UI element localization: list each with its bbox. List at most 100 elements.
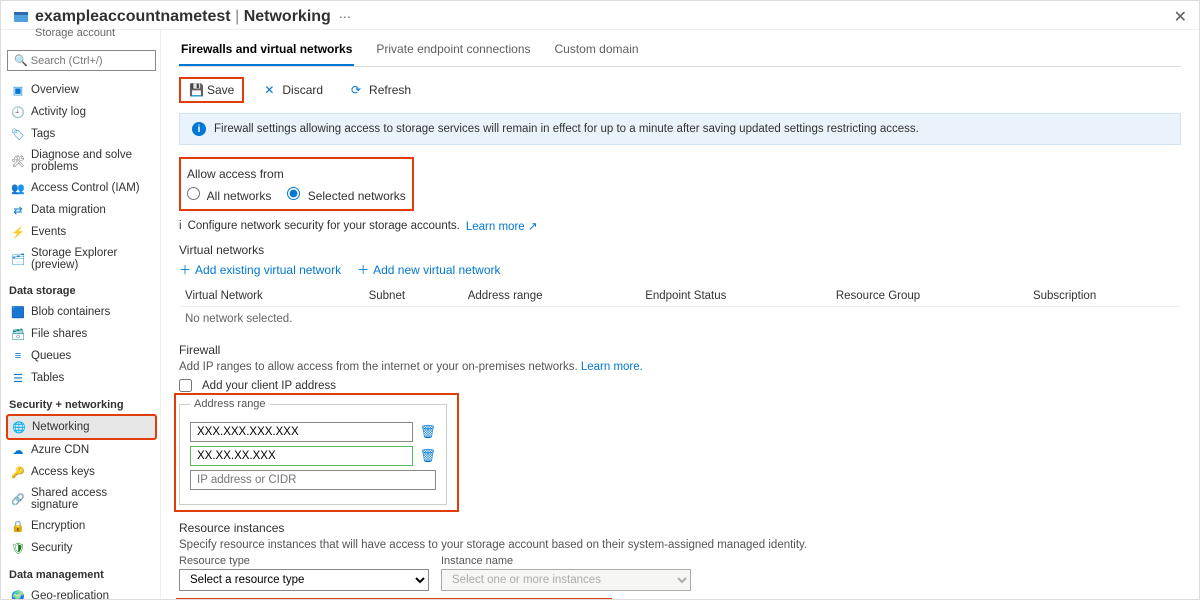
- resource-instances-heading: Resource instances: [179, 521, 1181, 535]
- ip-range-input-new[interactable]: [190, 470, 436, 490]
- resource-type-select[interactable]: Select a resource type: [179, 569, 429, 591]
- radio-all-networks[interactable]: All networks: [187, 187, 271, 203]
- sidebar-item-access-keys[interactable]: 🔑Access keys: [7, 461, 156, 483]
- sidebar-item-label: File shares: [31, 328, 87, 340]
- more-menu[interactable]: ⋯: [339, 10, 351, 24]
- sidebar-item-label: Data migration: [31, 204, 106, 216]
- close-icon[interactable]: ✕: [1174, 7, 1187, 27]
- delete-ip-1[interactable]: 🗑: [419, 448, 436, 464]
- firewall-heading: Firewall: [179, 343, 1181, 357]
- sidebar-item-events[interactable]: ⚡Events: [7, 221, 156, 243]
- vnet-col: Virtual Network: [179, 286, 363, 307]
- sidebar-item-diagnose-and-solve-problems[interactable]: 🛠Diagnose and solve problems: [7, 145, 156, 177]
- sidebar-item-label: Storage Explorer (preview): [31, 247, 152, 271]
- allow-access-label: Allow access from: [187, 167, 406, 181]
- sidebar-item-label: Access Control (IAM): [31, 182, 140, 194]
- networking-icon: 🌐: [12, 420, 26, 434]
- sidebar-item-queues[interactable]: ≡Queues: [7, 345, 156, 367]
- sidebar-item-storage-explorer-preview-[interactable]: 🗂 Storage Explorer (preview): [7, 243, 156, 275]
- configure-text: Configure network security for your stor…: [188, 220, 460, 232]
- events-icon: ⚡: [11, 225, 25, 239]
- sidebar-item-label: Encryption: [31, 520, 85, 532]
- iam-icon: 👥: [11, 181, 25, 195]
- learn-more-link[interactable]: Learn more ↗: [466, 219, 538, 233]
- sidebar-item-label: Access keys: [31, 466, 95, 478]
- sidebar-item-access-control-iam-[interactable]: 👥 Access Control (IAM): [7, 177, 156, 199]
- discard-button[interactable]: ✕ Discard: [256, 79, 331, 101]
- delete-ip-0[interactable]: 🗑: [419, 424, 436, 440]
- sidebar-item-encryption[interactable]: 🔒 Encryption: [7, 515, 156, 537]
- tab-private-endpoint-connections[interactable]: Private endpoint connections: [374, 34, 532, 66]
- cdn-icon: ☁: [11, 443, 25, 457]
- tables-icon: ☰: [11, 371, 25, 385]
- vnet-col: Endpoint Status: [639, 286, 830, 307]
- sidebar-item-label: Queues: [31, 350, 71, 362]
- tags-icon: 🏷: [11, 127, 25, 141]
- encryption-icon: 🔒: [11, 519, 25, 533]
- add-existing-vnet[interactable]: ＋ Add existing virtual network: [179, 261, 341, 278]
- firewall-learn-more[interactable]: Learn more.: [581, 361, 643, 373]
- tab-custom-domain[interactable]: Custom domain: [553, 34, 641, 66]
- sidebar-item-security[interactable]: 🛡 Security: [7, 537, 156, 559]
- add-client-ip-checkbox[interactable]: [179, 379, 192, 392]
- vnet-col: Subscription: [1027, 286, 1181, 307]
- sidebar-item-geo-replication[interactable]: 🌍 Geo-replication: [7, 585, 156, 599]
- allow-access-group: Allow access from All networks Selected …: [179, 157, 414, 211]
- save-button[interactable]: 💾 Save: [179, 77, 244, 103]
- discard-icon: ✕: [264, 83, 278, 97]
- sidebar-item-label: Tables: [31, 372, 64, 384]
- storage-explorer-icon: 🗂: [11, 252, 25, 266]
- sidebar-item-activity-log[interactable]: 🕘 Activity log: [7, 101, 156, 123]
- page-title: exampleaccountnametest | Networking: [35, 8, 331, 26]
- instance-name-select: Select one or more instances: [441, 569, 691, 591]
- sidebar-item-label: Shared access signature: [31, 487, 152, 511]
- ip-range-input-1[interactable]: [190, 446, 413, 466]
- info-icon: i: [192, 122, 206, 136]
- blob-icon: 🟦: [11, 305, 25, 319]
- nav-group-heading: Data storage: [9, 285, 156, 297]
- ip-range-input-0[interactable]: [190, 422, 413, 442]
- vnet-col: Resource Group: [830, 286, 1027, 307]
- sidebar-item-label: Networking: [32, 421, 90, 433]
- page-subtitle: Storage account: [35, 27, 115, 39]
- sidebar-item-file-shares[interactable]: 🗃 File shares: [7, 323, 156, 345]
- security-icon: 🛡: [11, 541, 25, 555]
- sidebar-item-label: Azure CDN: [31, 444, 89, 456]
- resource-type-label: Resource type: [179, 555, 429, 567]
- resource-instances-desc: Specify resource instances that will hav…: [179, 539, 1181, 551]
- sidebar-item-data-migration[interactable]: ⇄Data migration: [7, 199, 156, 221]
- sidebar-item-azure-cdn[interactable]: ☁ Azure CDN: [7, 439, 156, 461]
- firewall-desc: Add IP ranges to allow access from the i…: [179, 361, 578, 373]
- radio-selected-networks[interactable]: Selected networks: [287, 187, 405, 203]
- vnet-col: Subnet: [363, 286, 462, 307]
- sidebar-item-tags[interactable]: 🏷Tags: [7, 123, 156, 145]
- overview-icon: ▣: [11, 83, 25, 97]
- nav-group-heading: Security + networking: [9, 399, 156, 411]
- sidebar-item-label: Blob containers: [31, 306, 110, 318]
- sidebar-item-label: Security: [31, 542, 73, 554]
- sidebar-item-tables[interactable]: ☰ Tables: [7, 367, 156, 389]
- vnet-table: Virtual NetworkSubnetAddress rangeEndpoi…: [179, 286, 1181, 331]
- address-range-fieldset: Address range 🗑 🗑: [179, 398, 447, 505]
- vnet-col: Address range: [462, 286, 640, 307]
- sidebar-item-overview[interactable]: ▣Overview: [7, 79, 156, 101]
- sidebar-item-networking[interactable]: 🌐 Networking: [7, 415, 156, 439]
- geo-icon: 🌍: [11, 589, 25, 599]
- storage-account-icon: [13, 9, 29, 25]
- file-shares-icon: 🗃: [11, 327, 25, 341]
- refresh-icon: ⟳: [351, 83, 365, 97]
- activity-log-icon: 🕘: [11, 105, 25, 119]
- sidebar-item-label: Geo-replication: [31, 590, 109, 599]
- refresh-button[interactable]: ⟳ Refresh: [343, 79, 419, 101]
- add-new-vnet[interactable]: ＋ Add new virtual network: [357, 261, 500, 278]
- tab-firewalls-and-virtual-networks[interactable]: Firewalls and virtual networks: [179, 34, 354, 66]
- info-banner: i Firewall settings allowing access to s…: [179, 113, 1181, 145]
- search-input[interactable]: [31, 55, 146, 67]
- diagnose-icon: 🛠: [11, 154, 25, 168]
- nav-group-heading: Data management: [9, 569, 156, 581]
- sidebar-search[interactable]: 🔍: [7, 50, 156, 71]
- sidebar-item-shared-access-signature[interactable]: 🔗Shared access signature: [7, 483, 156, 515]
- sidebar-item-blob-containers[interactable]: 🟦 Blob containers: [7, 301, 156, 323]
- sidebar-item-label: Activity log: [31, 106, 86, 118]
- info-icon: i: [179, 220, 182, 232]
